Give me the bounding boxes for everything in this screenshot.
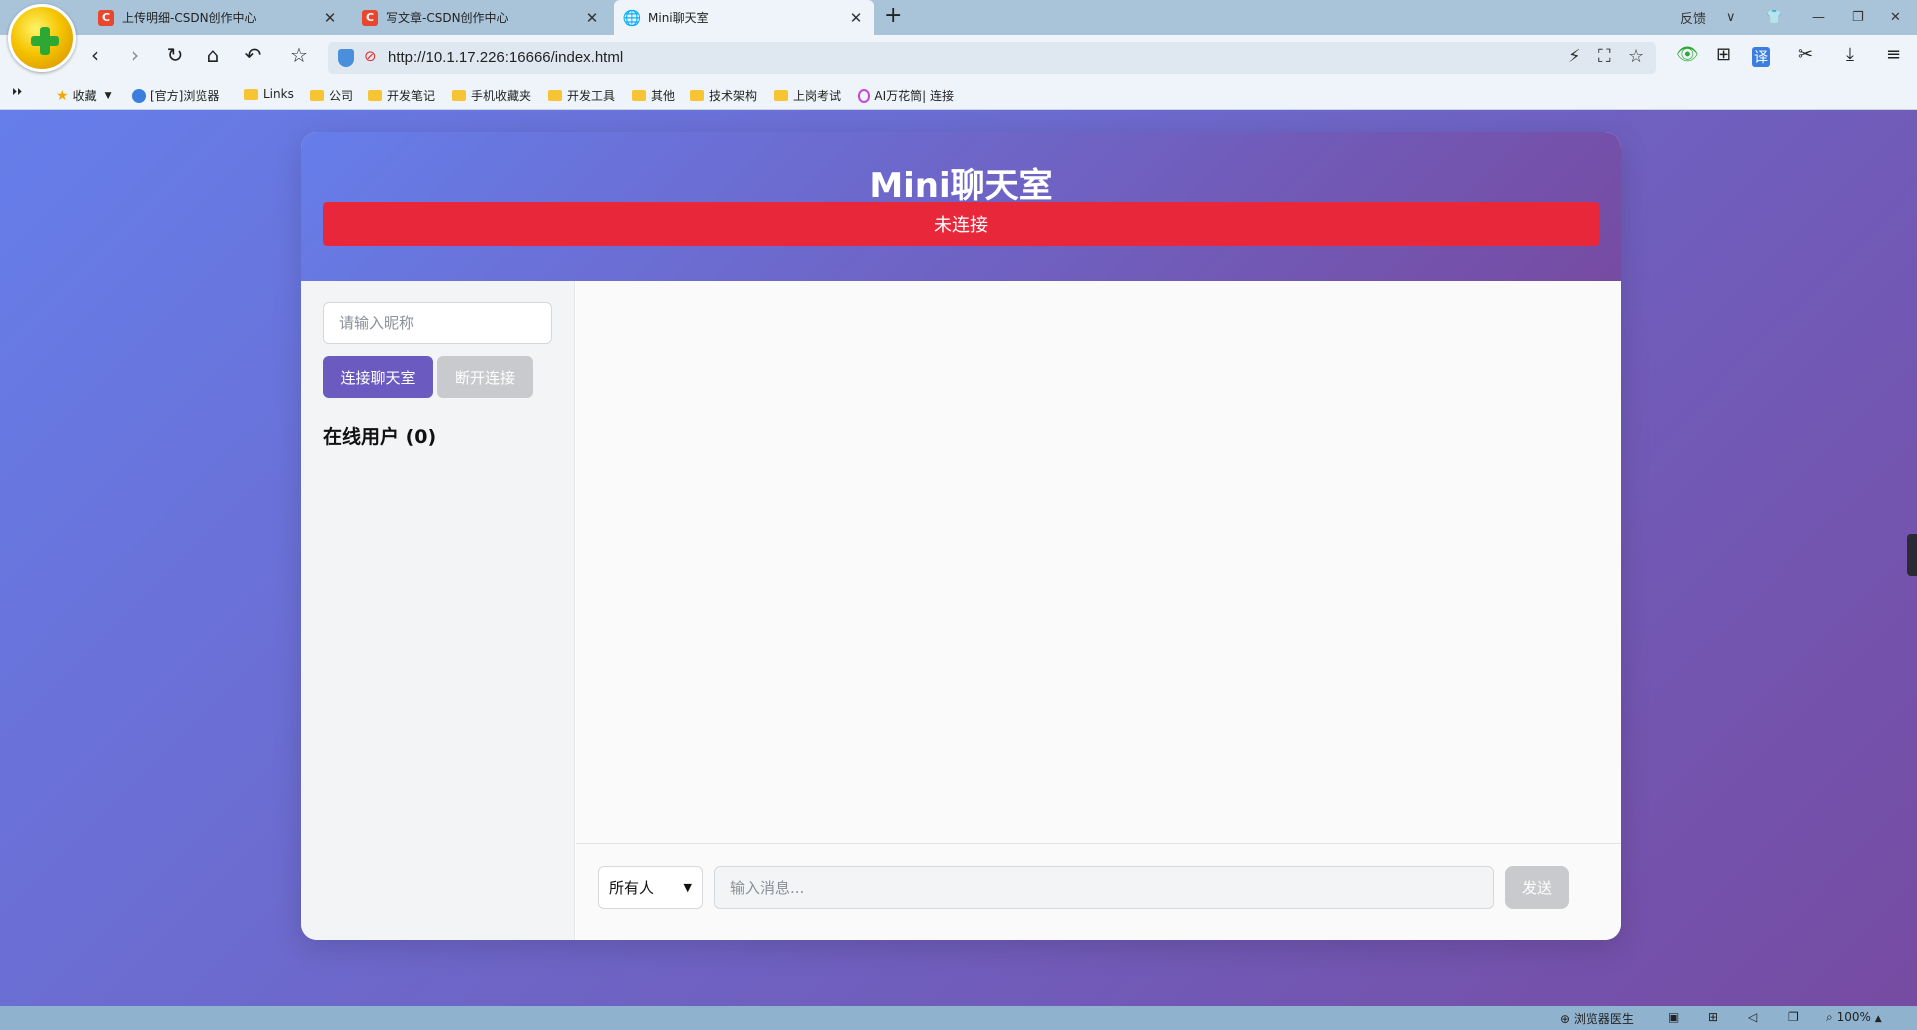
network-icon[interactable]: ⊞ [1708,1010,1718,1024]
zoom-control[interactable]: ⌕ 100% ▲ [1826,1010,1882,1025]
browser-doctor-link[interactable]: ⊕ 浏览器医生 [1560,1010,1634,1027]
folder-icon [310,90,324,101]
folder-icon [368,90,382,101]
caret-up-icon: ▲ [1874,1014,1882,1024]
nickname-input[interactable] [323,302,552,344]
bookmark-mobile-favorites[interactable]: 手机收藏夹 [452,87,531,104]
tab-title: Mini聊天室 [648,11,709,25]
message-composer: 所有人 ▼ 发送 [576,843,1621,940]
bookmark-architecture[interactable]: 技术架构 [690,87,757,104]
feedback-link[interactable]: 反馈 [1680,0,1706,35]
online-users-heading: 在线用户 (0) [323,426,437,448]
new-tab-button[interactable]: + [884,3,902,28]
folder-icon [244,88,258,100]
close-icon[interactable]: ✕ [848,9,864,27]
bookmark-exam[interactable]: 上岗考试 [774,87,841,104]
address-bar[interactable]: ⊘ http://10.1.17.226:16666/index.html ⚡ … [328,42,1656,74]
shield-icon [338,49,354,67]
navigation-bar: ‹ › ↻ ⌂ ↶ ☆ ⊘ http://10.1.17.226:16666/i… [0,35,1917,80]
bookmark-dev-notes[interactable]: 开发笔记 [368,87,435,104]
page-title: Mini聊天室 [869,166,1053,206]
star-icon: ★ [56,87,69,104]
chat-sidebar: 连接聊天室 断开连接 在线用户 (0) [301,281,575,940]
chevron-down-icon: ▼ [683,881,692,894]
chevron-down-icon[interactable]: ∨ [1726,0,1736,35]
bookmark-dev-tools[interactable]: 开发工具 [548,87,615,104]
close-icon[interactable]: ✕ [584,9,600,27]
insecure-lock-icon[interactable]: ⊘ [364,47,377,65]
connection-status-badge: 未连接 [323,202,1599,246]
tab-bar: C 上传明细-CSDN创作中心 ✕ C 写文章-CSDN创作中心 ✕ 🌐 Min… [0,0,1917,72]
caret-down-icon: ▼ [104,90,112,101]
shield-plus-icon: ⊕ [1560,1012,1571,1026]
tab-upload-details[interactable]: C 上传明细-CSDN创作中心 ✕ [88,0,348,35]
forward-button[interactable]: › [122,43,148,67]
bookmark-company[interactable]: 公司 [310,87,353,104]
reload-button[interactable]: ↻ [162,43,188,67]
magnifier-icon: ⌕ [1826,1010,1833,1024]
close-icon[interactable]: ✕ [322,9,338,27]
globe-icon: 🌐 [622,8,642,27]
folder-icon [632,90,646,101]
speaker-icon[interactable]: ◁ [1748,1010,1757,1024]
folder-icon [548,90,562,101]
restore-button[interactable]: ❐ [1852,0,1864,35]
bookmark-ai-kaleidoscope[interactable]: AI万花筒| 连接 [858,87,954,104]
tab-mini-chat[interactable]: 🌐 Mini聊天室 ✕ [614,0,874,35]
send-button[interactable]: 发送 [1505,866,1569,909]
side-widget-handle[interactable] [1907,534,1917,576]
home-button[interactable]: ⌂ [200,43,226,67]
csdn-icon: C [98,9,114,26]
message-list[interactable] [576,281,1621,843]
tab-write-article[interactable]: C 写文章-CSDN创作中心 ✕ [352,0,610,35]
recipient-selected-value: 所有人 [609,879,655,897]
tab-title: 上传明细-CSDN创作中心 [122,11,257,25]
minimize-button[interactable]: — [1812,0,1825,35]
bookmark-favorites[interactable]: ★ 收藏 ▼ [56,87,112,104]
window-icon[interactable]: ❐ [1788,1010,1799,1024]
scissors-icon[interactable]: ✂ [1798,44,1813,65]
folder-icon [774,90,788,101]
eye-protect-icon[interactable]: 👁 [1676,44,1699,65]
apps-grid-icon[interactable]: ⊞ [1716,44,1731,65]
tab-title: 写文章-CSDN创作中心 [386,11,509,25]
browser-logo-icon[interactable] [8,4,76,72]
disconnect-button[interactable]: 断开连接 [437,356,533,398]
skin-icon[interactable]: 👕 [1766,0,1782,35]
ai-icon [858,88,871,103]
bookmark-other[interactable]: 其他 [632,87,675,104]
favorites-button[interactable]: ☆ [286,43,312,67]
bookmark-official-browser[interactable]: [官方]浏览器 [132,87,219,104]
url-text[interactable]: http://10.1.17.226:16666/index.html [388,49,623,66]
translate-icon[interactable]: 译 [1752,47,1770,67]
undo-close-button[interactable]: ↶ [240,43,266,67]
connect-button[interactable]: 连接聊天室 [323,356,433,398]
bookmark-links[interactable]: Links [244,87,294,101]
csdn-icon: C [362,9,378,26]
chat-header: Mini聊天室 未连接 [301,132,1621,281]
message-input[interactable] [714,866,1494,909]
chat-container: Mini聊天室 未连接 连接聊天室 断开连接 在线用户 (0) 所有人 ▼ 发送 [301,132,1621,940]
browser-status-bar: ⊕ 浏览器医生 ▣ ⊞ ◁ ❐ ⌕ 100% ▲ [0,1006,1917,1030]
bookmark-star-icon[interactable]: ☆ [1628,46,1644,67]
lightning-icon[interactable]: ⚡ [1568,46,1581,67]
download-icon[interactable]: ⤓ [1846,44,1854,65]
close-window-button[interactable]: ✕ [1890,0,1901,35]
screenshot-icon[interactable]: ⛶ [1598,46,1611,67]
folder-icon [690,90,704,101]
page-viewport: Mini聊天室 未连接 连接聊天室 断开连接 在线用户 (0) 所有人 ▼ 发送 [0,110,1917,1006]
bookmarks-bar: ⏵⏵ ★ 收藏 ▼ [官方]浏览器 Links 公司 开发笔记 手机收藏夹 开发… [0,80,1917,110]
recipient-select[interactable]: 所有人 ▼ [598,866,703,909]
back-button[interactable]: ‹ [82,43,108,67]
menu-icon[interactable]: ≡ [1886,44,1901,65]
briefcase-icon[interactable]: ▣ [1668,1010,1679,1024]
browser-icon [132,88,146,103]
folder-icon [452,90,466,101]
bookmarks-toggle-icon[interactable]: ⏵⏵ [12,87,22,98]
